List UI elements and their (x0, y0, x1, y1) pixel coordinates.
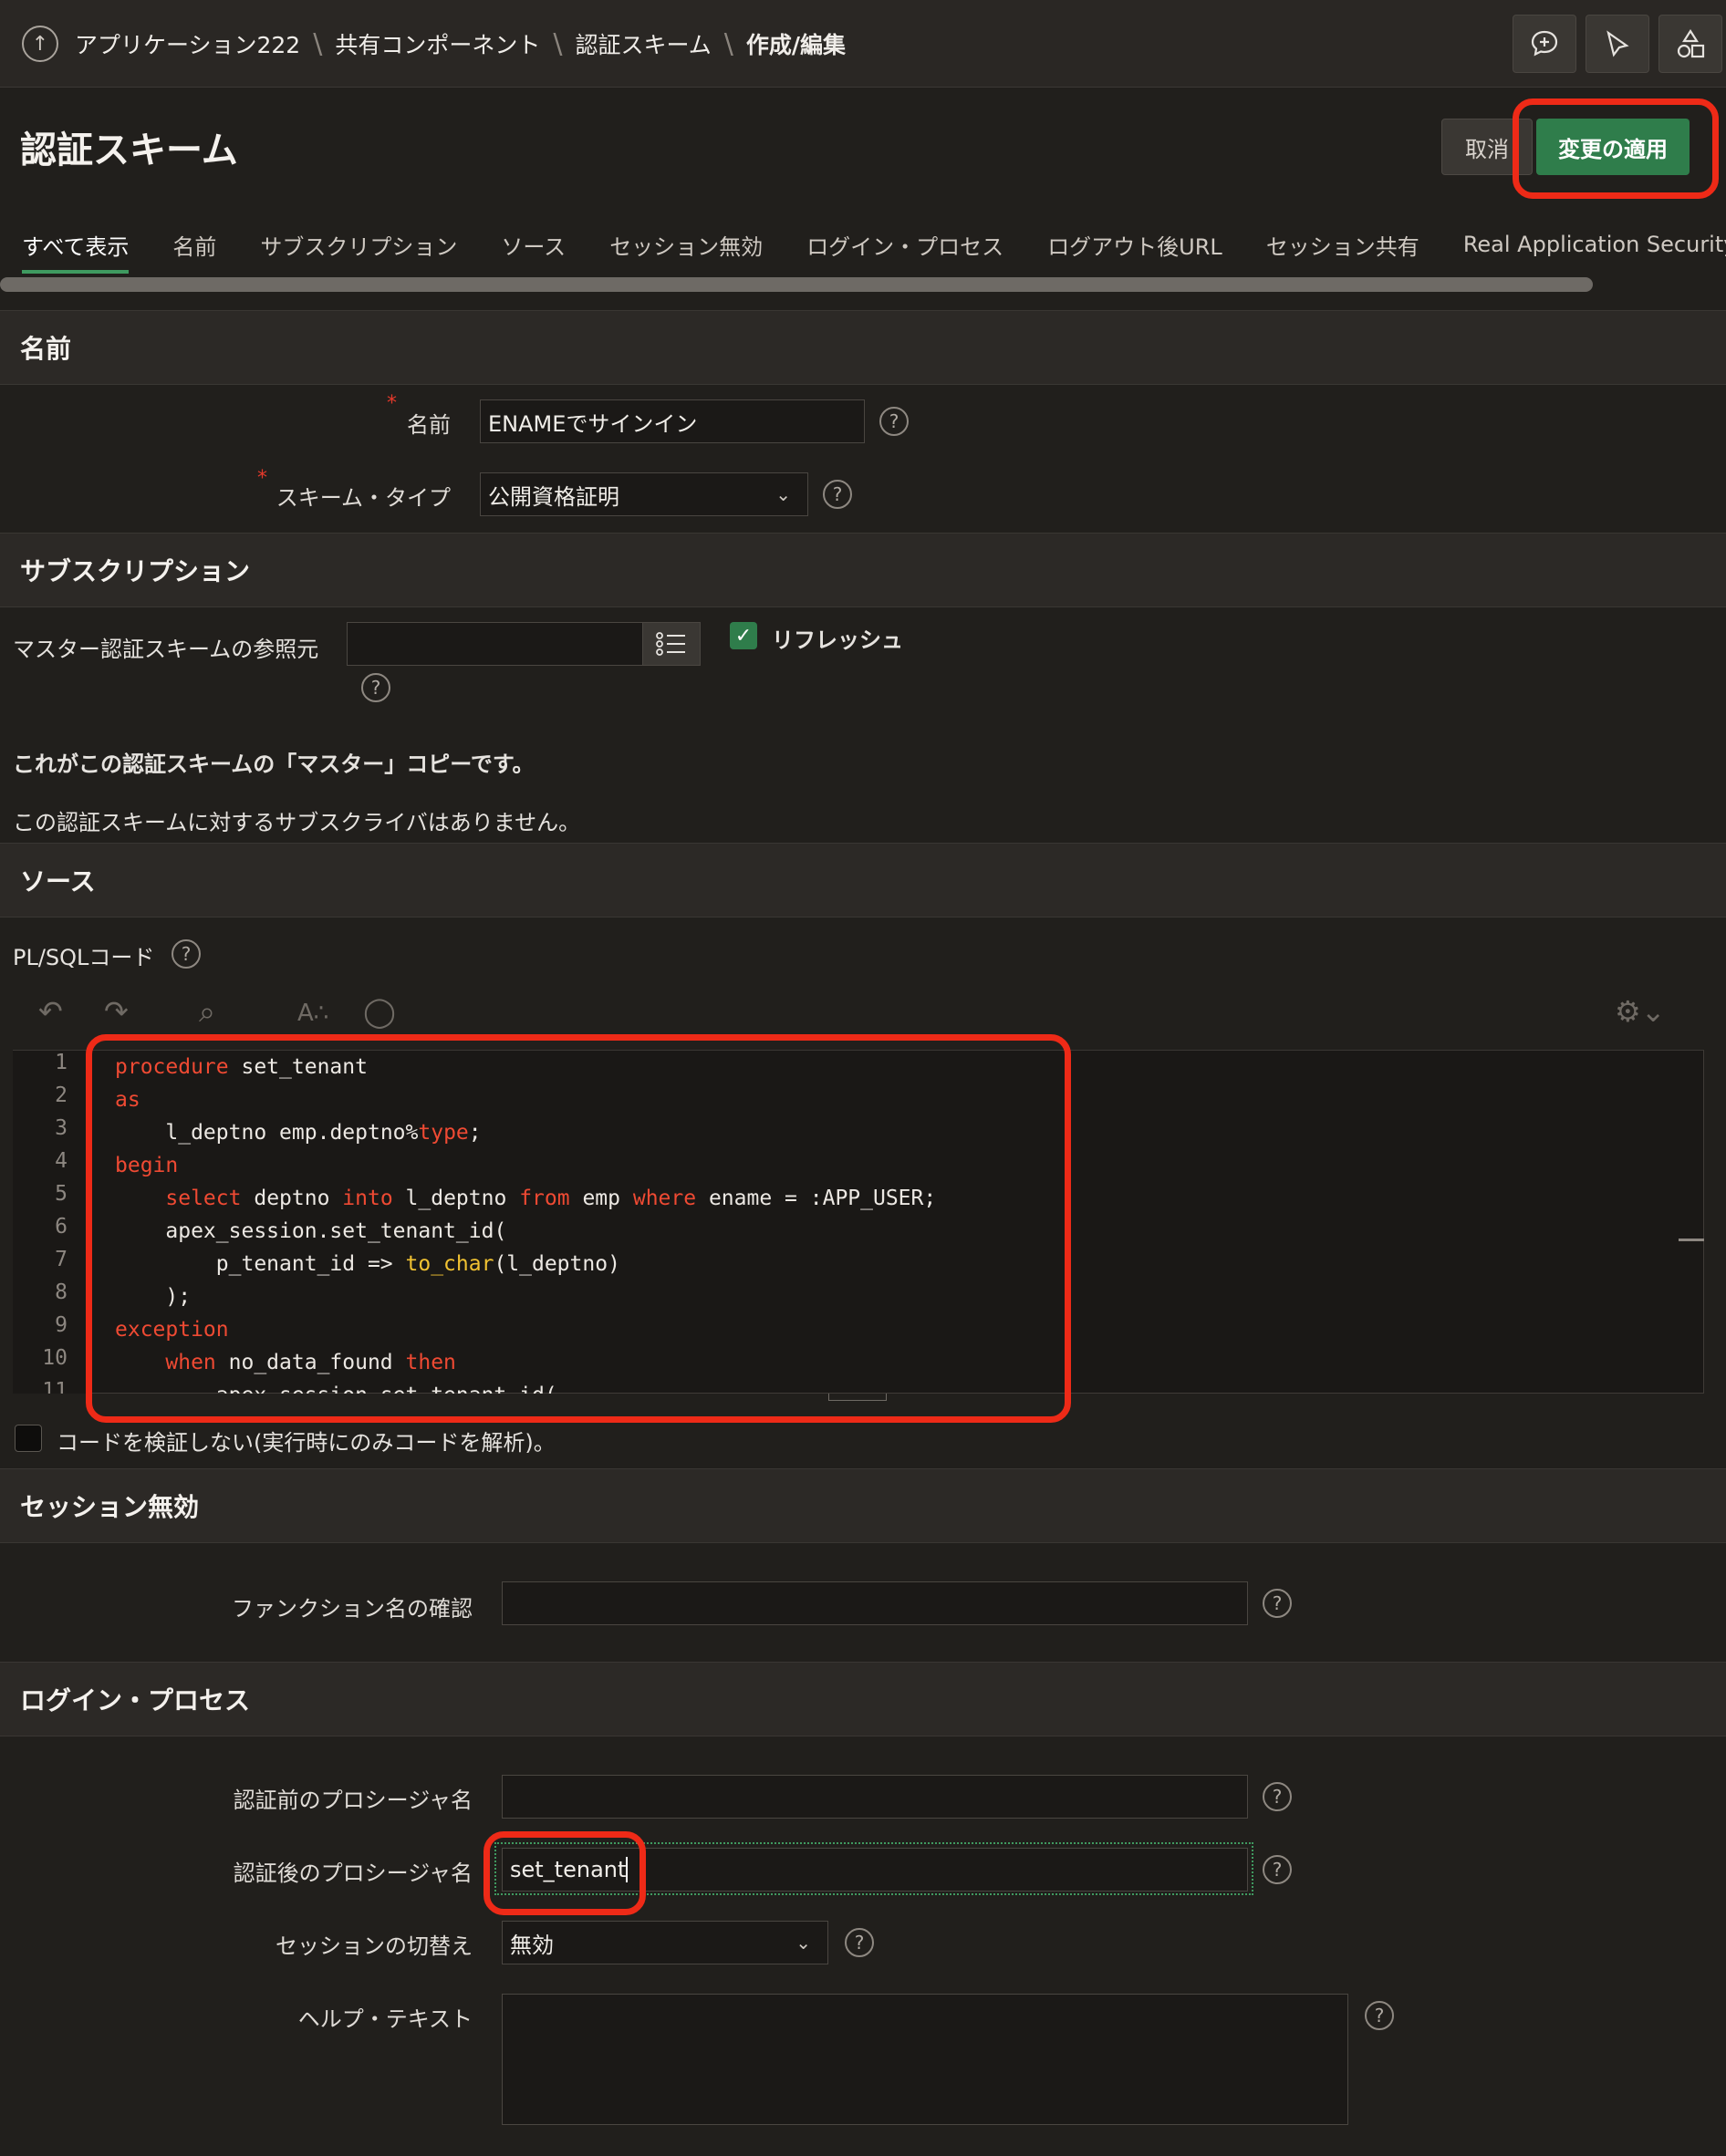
help-icon[interactable]: ? (172, 939, 201, 969)
breadcrumb-separator: \ (313, 27, 323, 60)
page-title: 認証スキーム (20, 130, 238, 171)
breadcrumb-item-current: 作成/編集 (745, 32, 846, 58)
scheme-type-value: 公開資格証明 (488, 483, 619, 510)
chevron-down-icon: ⌄ (775, 483, 791, 505)
section-header-source: ソース (0, 843, 1726, 917)
help-icon[interactable]: ? (1263, 1589, 1292, 1618)
master-scheme-input[interactable] (347, 622, 644, 666)
help-icon[interactable]: ? (879, 407, 909, 436)
breadcrumb-separator: \ (553, 27, 563, 60)
tab-scrollbar[interactable] (0, 277, 1593, 292)
switch-session-label: セッションの切替え (276, 1933, 473, 1959)
breadcrumb-separator: \ (723, 27, 733, 60)
editor-scroll-marker (1679, 1239, 1704, 1241)
line-number: 10 (42, 1346, 68, 1370)
line-number: 3 (55, 1116, 68, 1140)
section-header-name: 名前 (0, 310, 1726, 385)
help-icon[interactable]: ? (361, 673, 390, 702)
tab-real-application-security[interactable]: Real Application Security (1441, 215, 1726, 274)
shared-components-button[interactable] (1658, 15, 1722, 73)
line-number: 2 (55, 1083, 68, 1107)
tab-login-process[interactable]: ログイン・プロセス (785, 215, 1025, 274)
line-number: 8 (55, 1280, 68, 1304)
tab-bar: すべて表示 名前 サブスクリプション ソース セッション無効 ログイン・プロセス… (0, 215, 1726, 274)
name-label: 名前 (407, 412, 451, 438)
breadcrumb-item[interactable]: 共有コンポーネント (335, 27, 540, 60)
pin-button[interactable] (1586, 15, 1649, 73)
tab-show-all[interactable]: すべて表示 (0, 215, 151, 274)
help-text-label: ヘルプ・テキスト (297, 2006, 473, 2032)
tab-subscription[interactable]: サブスクリプション (238, 215, 479, 274)
plsql-code-label: PL/SQLコード (13, 945, 155, 970)
list-picker-button[interactable] (642, 622, 701, 666)
verify-function-input[interactable] (502, 1581, 1248, 1625)
list-icon (656, 632, 685, 656)
help-icon[interactable]: ? (1263, 1855, 1292, 1884)
tab-post-logout-url[interactable]: ログアウト後URL (1025, 215, 1244, 274)
section-header-subscription: サブスクリプション (0, 533, 1726, 607)
breadcrumb-item[interactable]: アプリケーション222 (75, 27, 300, 60)
no-validate-checkbox[interactable] (15, 1425, 42, 1452)
pin-icon (1606, 30, 1629, 57)
tab-name[interactable]: 名前 (151, 215, 238, 274)
name-input[interactable]: ENAMEでサインイン (480, 399, 865, 443)
master-scheme-label: マスター認証スキームの参照元 (13, 637, 319, 662)
scheme-type-label: スキーム・タイプ (276, 485, 451, 511)
line-number: 1 (55, 1051, 68, 1074)
no-subscribers-note: この認証スキームに対するサブスクライバはありません。 (13, 810, 581, 835)
section-header-session-invalid: セッション無効 (0, 1468, 1726, 1543)
line-number: 11 (42, 1379, 68, 1394)
pre-auth-procedure-label: 認証前のプロシージャ名 (233, 1788, 473, 1813)
breadcrumb-item[interactable]: 認証スキーム (575, 27, 711, 60)
shapes-icon (1677, 28, 1705, 58)
help-icon[interactable]: ? (1365, 2001, 1394, 2030)
post-auth-procedure-label: 認証後のプロシージャ名 (233, 1861, 473, 1886)
tab-session-sharing[interactable]: セッション共有 (1244, 215, 1441, 274)
validate-icon[interactable]: ◯ (363, 994, 396, 1029)
line-number: 5 (55, 1182, 68, 1206)
line-number: 7 (55, 1248, 68, 1271)
refresh-label: リフレッシュ (772, 627, 903, 653)
switch-session-select[interactable]: 無効 ⌄ (502, 1921, 828, 1964)
section-header-login-process: ログイン・プロセス (0, 1662, 1726, 1736)
settings-gear-icon[interactable]: ⚙⌄ (1615, 994, 1666, 1029)
redo-icon[interactable]: ↷ (104, 994, 129, 1029)
arrow-up-icon[interactable]: ↑ (22, 26, 58, 62)
tab-session-invalid[interactable]: セッション無効 (587, 215, 785, 274)
verify-function-label: ファンクション名の確認 (232, 1596, 473, 1622)
help-icon[interactable]: ? (845, 1928, 874, 1957)
search-icon[interactable]: ⌕ (199, 994, 215, 1030)
undo-icon[interactable]: ↶ (38, 994, 63, 1029)
pre-auth-procedure-input[interactable] (502, 1775, 1248, 1819)
chevron-down-icon: ⌄ (795, 1932, 811, 1954)
chat-plus-icon (1531, 30, 1558, 57)
line-number: 4 (55, 1149, 68, 1173)
tab-source[interactable]: ソース (479, 215, 587, 274)
help-text-textarea[interactable] (502, 1994, 1348, 2125)
comment-button[interactable] (1513, 15, 1576, 73)
no-validate-label: コードを検証しない(実行時にのみコードを解析)。 (57, 1430, 556, 1456)
help-icon[interactable]: ? (823, 480, 852, 509)
master-copy-note: これがこの認証スキームの「マスター」コピーです。 (13, 751, 535, 777)
scheme-type-select[interactable]: 公開資格証明 ⌄ (480, 472, 808, 516)
highlight-annotation (1513, 98, 1719, 199)
text-format-icon[interactable]: A∴ (297, 1000, 328, 1027)
line-number: 6 (55, 1215, 68, 1239)
highlight-annotation (86, 1034, 1071, 1423)
breadcrumb: ↑ アプリケーション222 \ 共有コンポーネント \ 認証スキーム \ 作成/… (22, 22, 846, 66)
line-number: 9 (55, 1313, 68, 1337)
highlight-annotation (483, 1831, 646, 1915)
help-icon[interactable]: ? (1263, 1782, 1292, 1811)
switch-session-value: 無効 (510, 1932, 554, 1958)
refresh-checkbox[interactable]: ✓ (730, 622, 757, 649)
